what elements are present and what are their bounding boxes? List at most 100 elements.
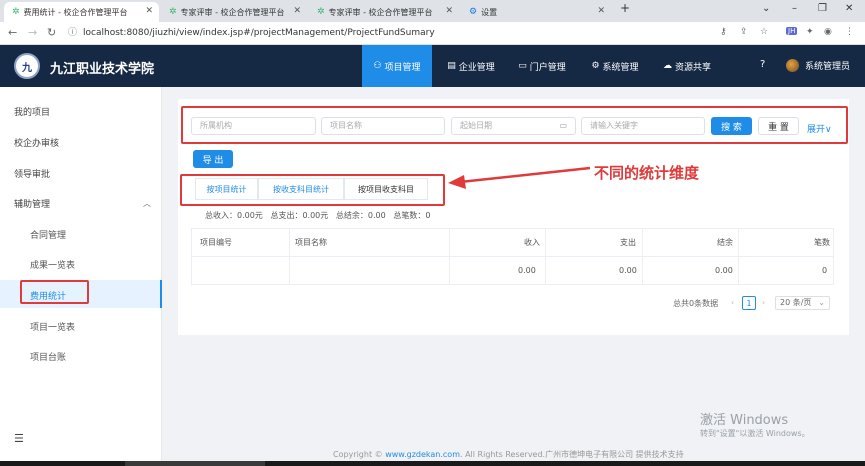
page-size-select[interactable]: 20 条/页 ⌄ bbox=[775, 296, 830, 310]
browser-tab-settings[interactable]: ⚙ 设置 ✕ bbox=[461, 2, 611, 22]
tab-title: 专家评审 - 校企合作管理平台 bbox=[328, 7, 433, 17]
data-table: 项目编号 项目名称 收入 支出 结余 笔数 0.00 0.00 0.00 0 bbox=[191, 228, 834, 285]
arrow-shaft bbox=[459, 166, 591, 184]
highlight-box-filters bbox=[181, 106, 848, 144]
monitor-icon: ▭ bbox=[518, 61, 527, 71]
tab-search-icon[interactable]: ⌄ bbox=[762, 3, 770, 14]
next-page-icon[interactable]: › bbox=[762, 298, 765, 307]
cell-count: 0 bbox=[822, 266, 828, 275]
footer-suffix: . All Rights Reserved.广州市德坤电子有限公司 提供技术支持 bbox=[460, 450, 684, 459]
footer-link[interactable]: www.gzdekan.com bbox=[385, 450, 460, 459]
sitemap-icon: ⚇ bbox=[373, 61, 382, 71]
export-button[interactable]: 导 出 bbox=[193, 150, 233, 168]
nav-project-management[interactable]: ⚇ 项目管理 bbox=[362, 45, 432, 87]
menu-kebab-icon[interactable]: ⋮ bbox=[845, 27, 854, 37]
footer: Copyright © www.gzdekan.com. All Rights … bbox=[333, 449, 684, 460]
tab-title: 费用统计 - 校企合作管理平台 bbox=[23, 7, 128, 17]
close-icon[interactable]: ✕ bbox=[145, 6, 153, 16]
arrow-head bbox=[448, 175, 466, 189]
back-icon[interactable]: ← bbox=[8, 26, 17, 39]
page-size-label: 20 条/页 bbox=[780, 298, 812, 307]
profile-icon[interactable]: ◉ bbox=[824, 27, 832, 37]
college-logo: 九 bbox=[14, 53, 40, 79]
sidebar-item-project-ledger[interactable]: 项目台账 bbox=[30, 350, 66, 363]
nav-label: 企业管理 bbox=[458, 62, 495, 73]
header-expense: 支出 bbox=[620, 238, 636, 247]
nav-resource-sharing[interactable]: ☁ 资源共享 bbox=[652, 45, 722, 87]
chevron-down-icon: ⌄ bbox=[818, 298, 825, 307]
address-bar: ← → ↻ ⓘ localhost:8080/jiuzhi/view/index.… bbox=[0, 22, 865, 45]
help-icon[interactable]: ? bbox=[760, 59, 765, 70]
forward-icon[interactable]: → bbox=[28, 26, 37, 39]
info-icon: ⓘ bbox=[68, 28, 78, 38]
sidebar-item-my-projects[interactable]: 我的项目 bbox=[14, 105, 50, 118]
browser-tab-active[interactable]: ✲ 费用统计 - 校企合作管理平台 ✕ bbox=[4, 2, 159, 22]
site-favicon-icon: ✲ bbox=[12, 7, 20, 17]
browser-tab[interactable]: ✲ 专家评审 - 校企合作管理平台 ✕ bbox=[309, 2, 459, 22]
highlight-box-tabs bbox=[180, 174, 445, 206]
site-favicon-icon: ✲ bbox=[169, 7, 177, 17]
key-icon[interactable]: ⚷ bbox=[720, 27, 727, 37]
page-number[interactable]: 1 bbox=[742, 296, 756, 310]
close-icon[interactable]: ✕ bbox=[445, 6, 453, 16]
window-close-icon[interactable]: ✕ bbox=[845, 3, 853, 14]
settings-gear-icon: ⚙ bbox=[469, 7, 478, 17]
new-tab-icon[interactable]: + bbox=[620, 1, 630, 15]
taskbar bbox=[0, 461, 865, 466]
sidebar-item-school-review[interactable]: 校企办审核 bbox=[14, 136, 59, 149]
restore-icon[interactable]: ❐ bbox=[818, 3, 827, 14]
reload-icon[interactable]: ↻ bbox=[47, 26, 56, 39]
user-name: 系统管理员 bbox=[805, 62, 851, 72]
footer-prefix: Copyright © bbox=[333, 450, 386, 459]
nav-label: 项目管理 bbox=[384, 62, 421, 73]
nav-system-management[interactable]: ⚙ 系统管理 bbox=[580, 45, 650, 87]
header-project-name: 项目名称 bbox=[295, 238, 327, 247]
cell-balance: 0.00 bbox=[715, 266, 733, 275]
browser-tab[interactable]: ✲ 专家评审 - 校企合作管理平台 ✕ bbox=[161, 2, 307, 22]
close-icon[interactable]: ✕ bbox=[597, 6, 605, 16]
cell-income: 0.00 bbox=[518, 266, 536, 275]
url-field[interactable]: ⓘ localhost:8080/jiuzhi/view/index.jsp#/p… bbox=[68, 26, 728, 41]
header-project-id: 项目编号 bbox=[200, 238, 232, 247]
building-icon: ▤ bbox=[447, 61, 456, 71]
nav-label: 系统管理 bbox=[602, 62, 639, 73]
windows-watermark-subtitle: 转到"设置"以激活 Windows。 bbox=[700, 429, 810, 438]
nav-enterprise-management[interactable]: ▤ 企业管理 bbox=[436, 45, 506, 87]
cloud-icon: ☁ bbox=[662, 61, 672, 71]
user-menu[interactable]: 系统管理员 bbox=[786, 59, 850, 72]
tab-title: 专家评审 - 校企合作管理平台 bbox=[180, 7, 285, 17]
app-header: 九 九江职业技术学院 ⚇ 项目管理 ▤ 企业管理 ▭ 门户管理 ⚙ 系统管理 ☁ 资源共享… bbox=[0, 45, 865, 87]
extension-icon[interactable]: JH bbox=[786, 27, 798, 35]
url-text: localhost:8080/jiuzhi/view/index.jsp#/pr… bbox=[83, 28, 435, 38]
minimize-icon[interactable]: – bbox=[792, 3, 797, 14]
row-divider bbox=[192, 256, 833, 257]
windows-watermark-title: 激活 Windows bbox=[700, 413, 789, 428]
browser-tab-bar: ✲ 费用统计 - 校企合作管理平台 ✕ ✲ 专家评审 - 校企合作管理平台 ✕ … bbox=[0, 0, 865, 22]
gear-icon: ⚙ bbox=[591, 61, 600, 71]
sidebar-item-contracts[interactable]: 合同管理 bbox=[30, 228, 66, 241]
collapse-menu-icon[interactable]: ☰ bbox=[14, 432, 24, 445]
header-balance: 结余 bbox=[717, 238, 733, 247]
sidebar-item-achievements[interactable]: 成果一览表 bbox=[30, 258, 75, 271]
sidebar-item-leader-approval[interactable]: 领导审批 bbox=[14, 167, 50, 180]
sidebar-item-project-list[interactable]: 项目一览表 bbox=[30, 320, 75, 333]
sidebar-item-aux-management[interactable]: 辅助管理 bbox=[14, 197, 50, 210]
close-icon[interactable]: ✕ bbox=[293, 6, 301, 16]
header-income: 收入 bbox=[524, 238, 540, 247]
nav-portal-management[interactable]: ▭ 门户管理 bbox=[507, 45, 577, 87]
summary-stats: 总收入：0.00元 总支出：0.00元 总结余：0.00 总笔数：0 bbox=[205, 211, 431, 220]
puzzle-extensions-icon[interactable]: ✦ bbox=[806, 27, 814, 37]
annotation-arrow bbox=[448, 166, 591, 189]
tab-title: 设置 bbox=[481, 7, 498, 17]
bookmark-star-icon[interactable]: ☆ bbox=[760, 27, 768, 37]
prev-page-icon[interactable]: ‹ bbox=[731, 298, 734, 307]
site-name: 九江职业技术学院 bbox=[50, 62, 155, 77]
share-icon[interactable]: ⇪ bbox=[740, 27, 748, 37]
highlight-box-sidebar bbox=[20, 280, 89, 304]
header-count: 笔数 bbox=[814, 238, 830, 247]
taskbar-item[interactable] bbox=[125, 461, 265, 466]
chevron-up-icon[interactable]: ︿ bbox=[143, 198, 151, 209]
nav-label: 资源共享 bbox=[674, 62, 711, 73]
cell-expense: 0.00 bbox=[619, 266, 637, 275]
sidebar: 我的项目 校企办审核 领导审批 辅助管理 ︿ 合同管理 成果一览表 费用统计 项… bbox=[0, 87, 162, 466]
